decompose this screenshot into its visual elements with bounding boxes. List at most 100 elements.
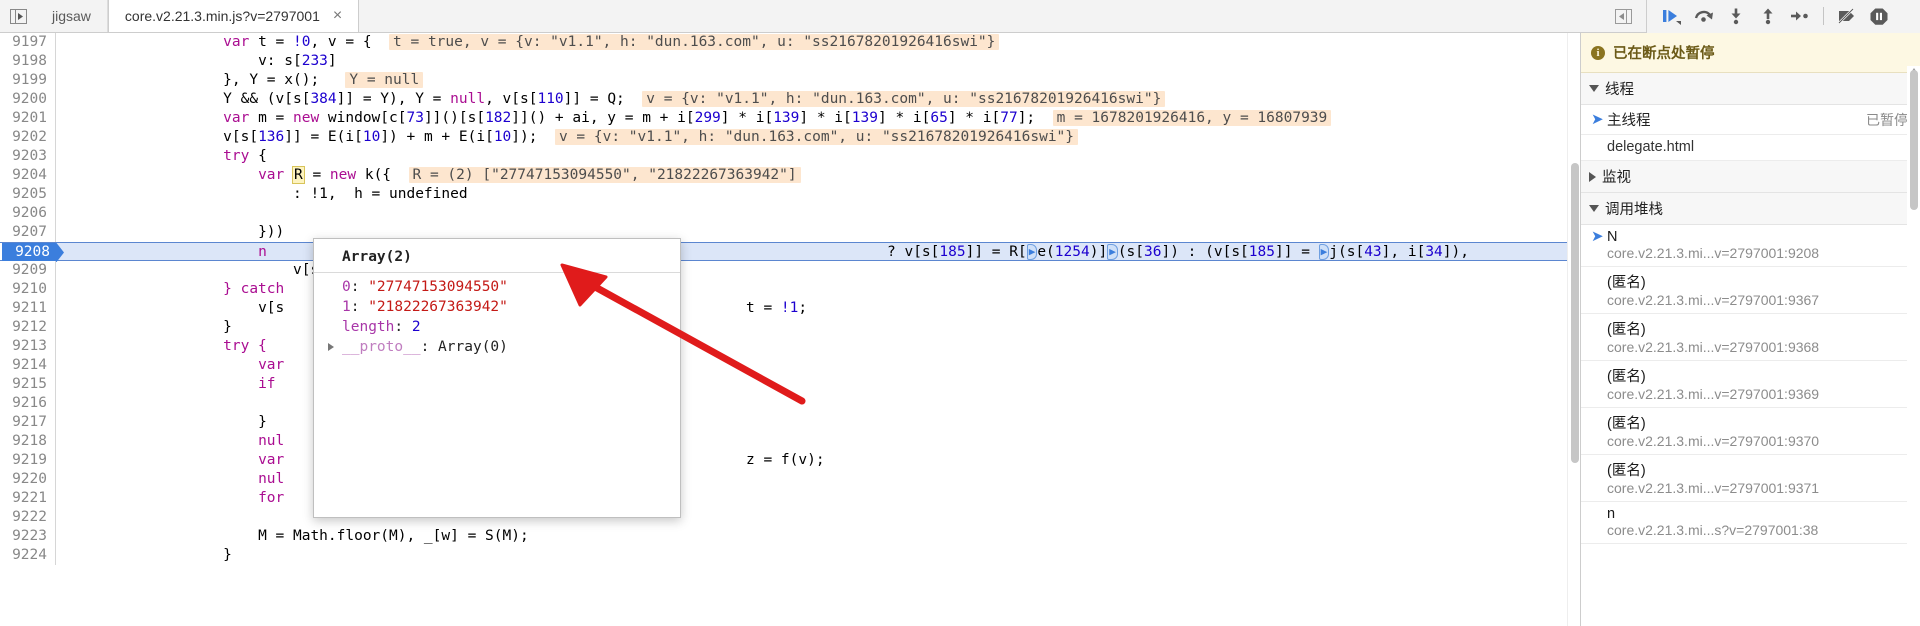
code-line-text[interactable]: n? v[s[185]] = R[▶e(1254)]▶(s[36]) : (v[… (56, 243, 1580, 260)
code-line[interactable]: 9222 (0, 508, 1580, 527)
popup-property-row[interactable]: length: 2 (314, 317, 680, 337)
call-stack-frame[interactable]: (匿名)core.v2.21.3.mi...v=2797001:9369 (1581, 361, 1920, 408)
line-number-gutter[interactable]: 9204 (0, 166, 56, 185)
code-line-text[interactable]: })) (56, 223, 1580, 242)
thread-row-main[interactable]: ➤ 主线程 已暂停 (1581, 105, 1920, 135)
code-line[interactable]: 9204 var R = new k({ R = (2) ["277471530… (0, 166, 1580, 185)
code-line-text[interactable]: v[st = !1; (56, 299, 1580, 318)
thread-row-delegate[interactable]: delegate.html (1581, 135, 1920, 161)
code-line-text[interactable]: nul (56, 432, 1580, 451)
call-stack-frame[interactable]: (匿名)core.v2.21.3.mi...v=2797001:9371 (1581, 455, 1920, 502)
line-number-gutter[interactable]: 9218 (0, 432, 56, 451)
line-number-gutter[interactable]: 9221 (0, 489, 56, 508)
line-number-gutter[interactable]: 9207 (0, 223, 56, 242)
inline-breakpoint-icon[interactable]: ▶ (1027, 244, 1038, 260)
code-line[interactable]: 9219 varz = f(v); (0, 451, 1580, 470)
code-line[interactable]: 9197 var t = !0, v = { t = true, v = {v:… (0, 33, 1580, 52)
code-line-text[interactable]: : !1, h = undefined (56, 185, 1580, 204)
code-line-text[interactable]: Y && (v[s[384]] = Y), Y = null, v[s[110]… (56, 90, 1580, 109)
sidebar-scrollbar-thumb[interactable] (1910, 70, 1918, 210)
code-line[interactable]: 9224 } (0, 546, 1580, 565)
code-line[interactable]: 9206 (0, 204, 1580, 223)
code-line[interactable]: 9207 })) (0, 223, 1580, 242)
line-number-gutter[interactable]: 9224 (0, 546, 56, 565)
code-line-text[interactable]: var R = new k({ R = (2) ["27747153094550… (56, 166, 1580, 185)
deactivate-breakpoints-icon[interactable] (1832, 2, 1862, 30)
code-line-current[interactable]: 9208 n? v[s[185]] = R[▶e(1254)]▶(s[36]) … (0, 242, 1580, 261)
close-icon[interactable]: × (333, 8, 342, 24)
line-number-gutter[interactable]: 9206 (0, 204, 56, 223)
code-line[interactable]: 9210 } catch (0, 280, 1580, 299)
code-line-text[interactable] (56, 394, 1580, 413)
code-line-text[interactable]: var t = !0, v = { t = true, v = {v: "v1.… (56, 33, 1580, 52)
line-number-gutter[interactable]: 9212 (0, 318, 56, 337)
line-number-gutter[interactable]: 9211 (0, 299, 56, 318)
line-number-gutter[interactable]: 9219 (0, 451, 56, 470)
line-number-gutter[interactable]: 9215 (0, 375, 56, 394)
code-line[interactable]: 9201 var m = new window[c[73]]()[s[182]]… (0, 109, 1580, 128)
code-line-text[interactable]: v[s (56, 261, 1580, 280)
code-line-text[interactable]: v[s[136]] = E(i[10]) + m + E(i[10]); v =… (56, 128, 1580, 147)
code-line[interactable]: 9198 v: s[233] (0, 52, 1580, 71)
section-header-watch[interactable]: 监视 (1581, 161, 1920, 193)
line-number-gutter[interactable]: 9222 (0, 508, 56, 527)
step-over-icon[interactable] (1689, 2, 1719, 30)
code-line-text[interactable]: } catch (56, 280, 1580, 299)
code-line-text[interactable]: for (56, 489, 1580, 508)
code-line-text[interactable]: M = Math.floor(M), _[w] = S(M); (56, 527, 1580, 546)
code-line[interactable]: 9211 v[st = !1; (0, 299, 1580, 318)
code-line-text[interactable]: nul (56, 470, 1580, 489)
line-number-gutter[interactable]: 9210 (0, 280, 56, 299)
line-number-gutter[interactable]: 9200 (0, 90, 56, 109)
line-number-gutter[interactable]: 9220 (0, 470, 56, 489)
call-stack-frame[interactable]: (匿名)core.v2.21.3.mi...v=2797001:9370 (1581, 408, 1920, 455)
code-line-text[interactable]: } (56, 318, 1580, 337)
code-line[interactable]: 9215 if (0, 375, 1580, 394)
code-line[interactable]: 9199 }, Y = x(); Y = null (0, 71, 1580, 90)
code-line-text[interactable]: var (56, 356, 1580, 375)
line-number-gutter[interactable]: 9213 (0, 337, 56, 356)
code-line[interactable]: 9212 } (0, 318, 1580, 337)
object-preview-popup[interactable]: Array(2) 0: "27747153094550"1: "21822267… (313, 238, 681, 518)
code-line-text[interactable]: }, Y = x(); Y = null (56, 71, 1580, 90)
code-line-text[interactable]: } (56, 413, 1580, 432)
panel-left-icon[interactable] (0, 0, 36, 32)
call-stack-frame[interactable]: (匿名)core.v2.21.3.mi...v=2797001:9368 (1581, 314, 1920, 361)
call-stack-frame[interactable]: ncore.v2.21.3.mi...s?v=2797001:38 (1581, 502, 1920, 544)
line-number-gutter[interactable]: 9209 (0, 261, 56, 280)
editor-scrollbar[interactable] (1567, 33, 1580, 626)
code-line[interactable]: 9202 v[s[136]] = E(i[10]) + m + E(i[10])… (0, 128, 1580, 147)
line-number-gutter[interactable]: 9223 (0, 527, 56, 546)
step-icon[interactable] (1785, 2, 1815, 30)
step-out-icon[interactable] (1753, 2, 1783, 30)
code-line-text[interactable]: varz = f(v); (56, 451, 1580, 470)
line-number-gutter[interactable]: 9202 (0, 128, 56, 147)
source-editor[interactable]: 9197 var t = !0, v = { t = true, v = {v:… (0, 33, 1580, 626)
inline-breakpoint-icon[interactable]: ▶ (1107, 244, 1118, 260)
code-line[interactable]: 9214 var (0, 356, 1580, 375)
code-line[interactable]: 9200 Y && (v[s[384]] = Y), Y = null, v[s… (0, 90, 1580, 109)
code-line[interactable]: 9205 : !1, h = undefined (0, 185, 1580, 204)
line-number-gutter[interactable]: 9197 (0, 33, 56, 52)
resume-script-icon[interactable] (1657, 2, 1687, 30)
code-line[interactable]: 9216 (0, 394, 1580, 413)
sidebar-scrollbar[interactable] (1907, 66, 1920, 626)
line-number-gutter[interactable]: 9205 (0, 185, 56, 204)
tab-jigsaw[interactable]: jigsaw (36, 0, 108, 32)
line-number-gutter[interactable]: 9199 (0, 71, 56, 90)
code-line[interactable]: 9218 nul (0, 432, 1580, 451)
popup-property-row[interactable]: 1: "21822267363942" (314, 297, 680, 317)
line-number-gutter[interactable]: 9217 (0, 413, 56, 432)
step-into-icon[interactable] (1721, 2, 1751, 30)
code-line[interactable]: 9209 v[s (0, 261, 1580, 280)
editor-scrollbar-thumb[interactable] (1571, 163, 1579, 463)
code-line-text[interactable] (56, 508, 1580, 527)
hovered-identifier[interactable]: R (293, 167, 304, 183)
section-header-threads[interactable]: 线程 (1581, 73, 1920, 105)
code-line[interactable]: 9223 M = Math.floor(M), _[w] = S(M); (0, 527, 1580, 546)
line-number-gutter[interactable]: 9203 (0, 147, 56, 166)
code-line[interactable]: 9221 for (0, 489, 1580, 508)
call-stack-frame[interactable]: (匿名)core.v2.21.3.mi...v=2797001:9367 (1581, 267, 1920, 314)
tab-core-min-js[interactable]: core.v2.21.3.min.js?v=2797001 × (108, 0, 359, 32)
line-number-gutter[interactable]: 9208 (0, 243, 56, 260)
